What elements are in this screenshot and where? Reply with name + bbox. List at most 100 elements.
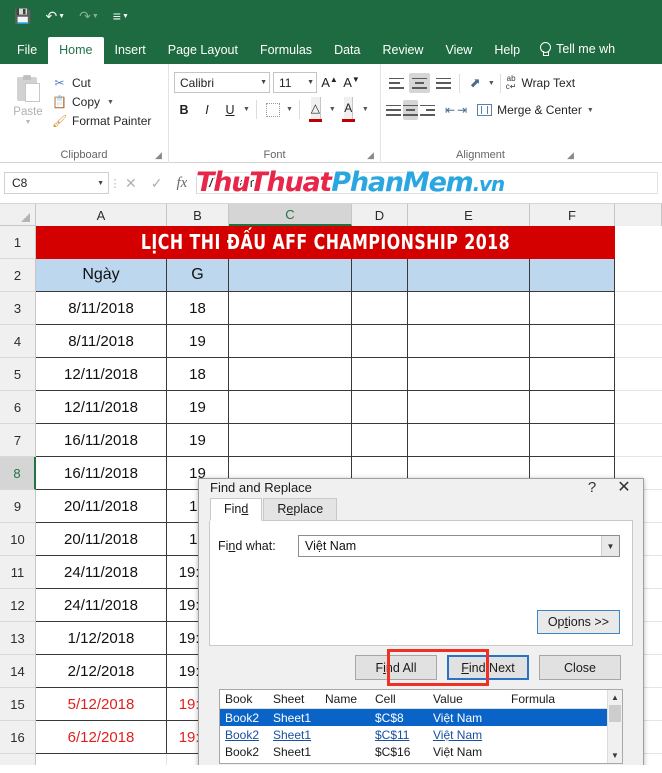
- borders-button[interactable]: [263, 99, 283, 120]
- result-row[interactable]: Book2 Sheet1 $C$8 Việt Nam: [220, 709, 607, 726]
- cell-c2[interactable]: [229, 259, 352, 292]
- dialog-tab-find[interactable]: Find: [210, 497, 263, 521]
- results-header-formula[interactable]: Formula: [506, 690, 607, 708]
- cell-b7[interactable]: 19: [167, 424, 229, 457]
- format-painter-button[interactable]: 🖌 Format Painter: [52, 114, 151, 128]
- cell-d7[interactable]: [352, 424, 408, 457]
- cell-f3[interactable]: [530, 292, 615, 325]
- cell-d6[interactable]: [352, 391, 408, 424]
- chevron-down-icon[interactable]: ▼: [97, 180, 104, 187]
- confirm-entry-icon[interactable]: ✓: [151, 175, 163, 192]
- decrease-font-size-button[interactable]: A ▼: [342, 72, 361, 93]
- redo-icon[interactable]: ↷▼: [79, 9, 99, 23]
- row-header-13[interactable]: 13: [0, 622, 36, 655]
- result-row[interactable]: Book2 Sheet1 $C$11 Việt Nam: [220, 726, 607, 743]
- column-header-d[interactable]: D: [352, 204, 408, 226]
- font-dialog-launcher-icon[interactable]: ◢: [367, 151, 376, 160]
- font-color-button[interactable]: A: [339, 97, 359, 122]
- cell-a2[interactable]: Ngày: [36, 259, 167, 292]
- cell-e2[interactable]: [408, 259, 530, 292]
- chevron-down-icon[interactable]: ▼: [243, 106, 250, 113]
- cell-b3[interactable]: 18: [167, 292, 229, 325]
- chevron-down-icon[interactable]: ▼: [25, 119, 32, 126]
- wrap-text-button[interactable]: ab c↵ Wrap Text: [506, 75, 575, 91]
- cell-a16[interactable]: 6/12/2018: [36, 721, 167, 754]
- find-what-input[interactable]: Việt Nam ▼: [298, 535, 620, 557]
- insert-function-icon[interactable]: fx: [176, 175, 187, 192]
- orientation-button[interactable]: ⬈: [465, 73, 486, 93]
- options-button[interactable]: Op t ions >>: [536, 610, 620, 634]
- results-scrollbar[interactable]: ▲ ▼: [607, 690, 622, 763]
- row-header-17[interactable]: [0, 754, 36, 765]
- alignment-dialog-launcher-icon[interactable]: ◢: [567, 151, 576, 160]
- copy-button[interactable]: 📋 Copy ▼: [52, 95, 151, 109]
- cell-f7[interactable]: [530, 424, 615, 457]
- align-middle-button[interactable]: [409, 73, 431, 93]
- cell-c3[interactable]: [229, 292, 352, 325]
- chevron-down-icon[interactable]: ▼: [286, 106, 293, 113]
- cancel-entry-icon[interactable]: ✕: [125, 175, 137, 192]
- align-top-button[interactable]: [386, 73, 407, 93]
- column-header-e[interactable]: E: [408, 204, 530, 226]
- row-header-10[interactable]: 10: [0, 523, 36, 556]
- decrease-indent-button[interactable]: ⇤: [445, 100, 455, 120]
- result-row[interactable]: Book2 Sheet1 $C$16 Việt Nam: [220, 743, 607, 760]
- column-header-a[interactable]: A: [36, 204, 167, 226]
- cell-a11[interactable]: 24/11/2018: [36, 556, 167, 589]
- cell-d3[interactable]: [352, 292, 408, 325]
- row-header-9[interactable]: 9: [0, 490, 36, 523]
- row-header-11[interactable]: 11: [0, 556, 36, 589]
- title-cell[interactable]: LỊCH THI ĐẤU AFF CHAMPIONSHIP 2018: [36, 226, 615, 259]
- results-header-name[interactable]: Name: [320, 690, 370, 708]
- align-bottom-button[interactable]: [432, 73, 453, 93]
- cell-f6[interactable]: [530, 391, 615, 424]
- cell-a4[interactable]: 8/11/2018: [36, 325, 167, 358]
- tab-home[interactable]: Home: [48, 36, 104, 64]
- cell-c7[interactable]: [229, 424, 352, 457]
- cell-a6[interactable]: 12/11/2018: [36, 391, 167, 424]
- row-header-16[interactable]: 16: [0, 721, 36, 754]
- bold-button[interactable]: B: [174, 99, 194, 120]
- font-size-combo[interactable]: 11 ▼: [273, 72, 317, 93]
- row-header-2[interactable]: 2: [0, 259, 36, 292]
- row-header-12[interactable]: 12: [0, 589, 36, 622]
- cell-c5[interactable]: [229, 358, 352, 391]
- cell-a7[interactable]: 16/11/2018: [36, 424, 167, 457]
- cell-a5[interactable]: 12/11/2018: [36, 358, 167, 391]
- cut-button[interactable]: ✂ Cut: [52, 76, 151, 90]
- cell-d5[interactable]: [352, 358, 408, 391]
- cell-a9[interactable]: 20/11/2018: [36, 490, 167, 523]
- tell-me-box[interactable]: Tell me wh: [531, 35, 615, 64]
- undo-icon[interactable]: ↶▼: [45, 9, 65, 23]
- cell-b2[interactable]: G: [167, 259, 229, 292]
- merge-center-button[interactable]: Merge & Center ▼: [477, 103, 594, 117]
- column-header-b[interactable]: B: [167, 204, 229, 226]
- cell-a15[interactable]: 5/12/2018: [36, 688, 167, 721]
- find-all-button[interactable]: Find All: [355, 655, 437, 680]
- save-icon[interactable]: 💾: [14, 9, 31, 23]
- cell-a8[interactable]: 16/11/2018: [36, 457, 167, 490]
- tab-view[interactable]: View: [434, 37, 483, 65]
- tab-formulas[interactable]: Formulas: [249, 37, 323, 65]
- dialog-title-bar[interactable]: Find and Replace ? ✕: [199, 479, 643, 496]
- tab-help[interactable]: Help: [483, 37, 531, 65]
- align-center-button[interactable]: [403, 100, 418, 120]
- close-icon[interactable]: ✕: [605, 479, 643, 496]
- row-header-14[interactable]: 14: [0, 655, 36, 688]
- results-header-cell[interactable]: Cell: [370, 690, 428, 708]
- help-icon[interactable]: ?: [579, 479, 605, 496]
- italic-button[interactable]: I: [197, 99, 217, 120]
- cell-e3[interactable]: [408, 292, 530, 325]
- increase-font-size-button[interactable]: A ▲: [320, 72, 339, 93]
- cell-b4[interactable]: 19: [167, 325, 229, 358]
- tab-review[interactable]: Review: [371, 37, 434, 65]
- cell-d4[interactable]: [352, 325, 408, 358]
- cell-e7[interactable]: [408, 424, 530, 457]
- underline-button[interactable]: U: [220, 99, 240, 120]
- row-header-1[interactable]: 1: [0, 226, 36, 259]
- chevron-down-icon[interactable]: ▼: [107, 99, 114, 106]
- column-header-c[interactable]: C: [229, 204, 352, 226]
- column-header-g[interactable]: [615, 204, 662, 226]
- tab-page-layout[interactable]: Page Layout: [157, 37, 249, 65]
- close-button[interactable]: Close: [539, 655, 621, 680]
